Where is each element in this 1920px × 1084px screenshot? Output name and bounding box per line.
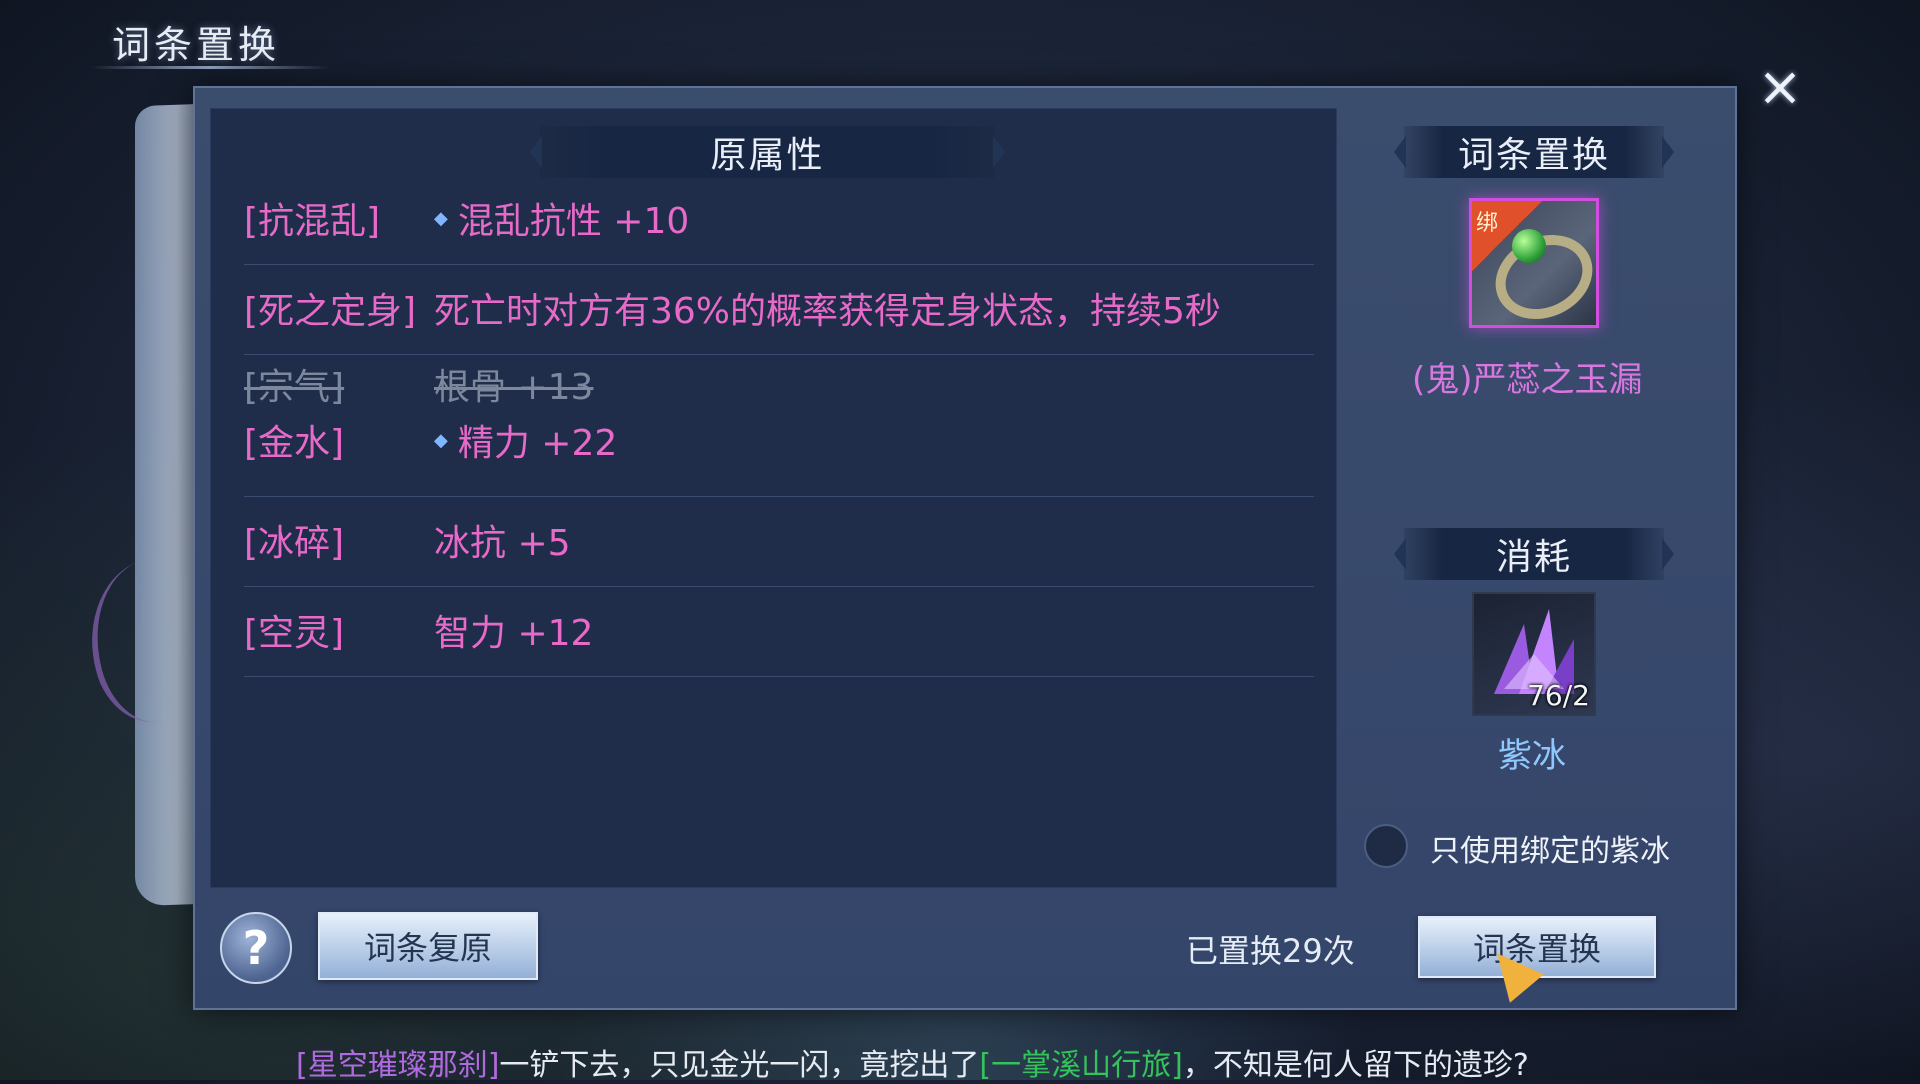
attribute-value: ◆ 精力 +22	[434, 414, 617, 466]
cost-item-name: 紫冰	[1498, 736, 1566, 776]
attribute-value: 死亡时对方有36%的概率获得定身状态，持续5秒	[434, 282, 1221, 334]
title-underline	[90, 66, 330, 69]
attribute-line: [死之定身] 死亡时对方有36%的概率获得定身状态，持续5秒	[244, 286, 1294, 332]
attribute-value-text: 智力 +12	[434, 613, 594, 654]
attribute-line: [宗气] 根骨 +13	[244, 362, 1294, 408]
system-chat-message: [星空璀璨那刹]一铲下去，只见金光一闪，竟挖出了[一掌溪山行旅]，不知是何人留下…	[296, 1040, 1529, 1084]
attribute-value-text: 混乱抗性 +10	[457, 201, 690, 242]
attribute-row: [空灵] 智力 +12	[244, 588, 1314, 677]
only-bound-radio[interactable]	[1364, 824, 1408, 868]
attribute-value: 根骨 +13	[434, 358, 593, 410]
cost-item-count: 76/2	[1527, 679, 1590, 712]
attribute-key: [冰碎]	[244, 523, 345, 564]
attribute-line: [冰碎] 冰抗 +5	[244, 518, 1294, 564]
attribute-value-text: 精力 +22	[457, 423, 618, 464]
equipment-slot[interactable]: 绑	[1469, 198, 1607, 335]
equipment-name: (鬼)严蕊之玉漏	[1412, 360, 1643, 400]
attribute-value-text: 冰抗 +5	[434, 523, 571, 564]
attribute-key: [抗混乱]	[244, 201, 381, 242]
attribute-value-text: 根骨 +13	[434, 367, 594, 408]
replace-count-text: 已置换29次	[1186, 932, 1355, 970]
bullet-icon: ◆	[434, 207, 448, 229]
chat-text-1: 一铲下去，只见金光一闪，竟挖出了	[499, 1048, 980, 1083]
chat-text-2: ，不知是何人留下的遗珍?	[1182, 1048, 1529, 1083]
attribute-line: [空灵] 智力 +12	[244, 608, 1294, 654]
attribute-key: [宗气]	[244, 367, 345, 408]
attribute-row: [死之定身] 死亡时对方有36%的概率获得定身状态，持续5秒	[244, 266, 1314, 355]
jade-gem-icon	[1512, 229, 1546, 263]
cost-item-slot[interactable]: 76/2	[1472, 592, 1596, 716]
attribute-value: 智力 +12	[434, 604, 593, 656]
original-attributes-header: 原属性	[530, 126, 1005, 178]
attribute-line: [抗混乱] ◆ 混乱抗性 +10	[244, 196, 1294, 242]
attribute-value: 冰抗 +5	[434, 514, 571, 566]
attribute-key: [死之定身]	[244, 291, 417, 332]
help-icon[interactable]: ?	[220, 912, 292, 984]
close-icon[interactable]: ×	[1755, 60, 1805, 114]
replace-header: 词条置换	[1394, 126, 1674, 178]
window-title: 词条置换	[112, 23, 281, 67]
chat-loot-item[interactable]: [一掌溪山行旅]	[979, 1048, 1182, 1083]
attribute-key: [空灵]	[244, 613, 345, 654]
restore-entry-button[interactable]: 词条复原	[318, 912, 538, 980]
attribute-value: ◆ 混乱抗性 +10	[434, 192, 689, 244]
bullet-icon: ◆	[434, 429, 448, 451]
cost-header: 消耗	[1394, 528, 1674, 580]
attribute-row: [抗混乱] ◆ 混乱抗性 +10	[244, 176, 1314, 265]
attribute-row: [宗气] 根骨 +13 [金水] ◆ 精力 +22	[244, 356, 1314, 497]
attribute-line: [金水] ◆ 精力 +22	[244, 418, 1294, 464]
attribute-row: [冰碎] 冰抗 +5	[244, 498, 1314, 587]
attribute-value-text: 死亡时对方有36%的概率获得定身状态，持续5秒	[434, 291, 1221, 332]
attribute-key: [金水]	[244, 423, 345, 464]
chat-player-name[interactable]: [星空璀璨那刹]	[296, 1048, 499, 1083]
only-bound-label: 只使用绑定的紫冰	[1430, 834, 1670, 869]
bind-tag-label: 绑	[1476, 211, 1499, 236]
